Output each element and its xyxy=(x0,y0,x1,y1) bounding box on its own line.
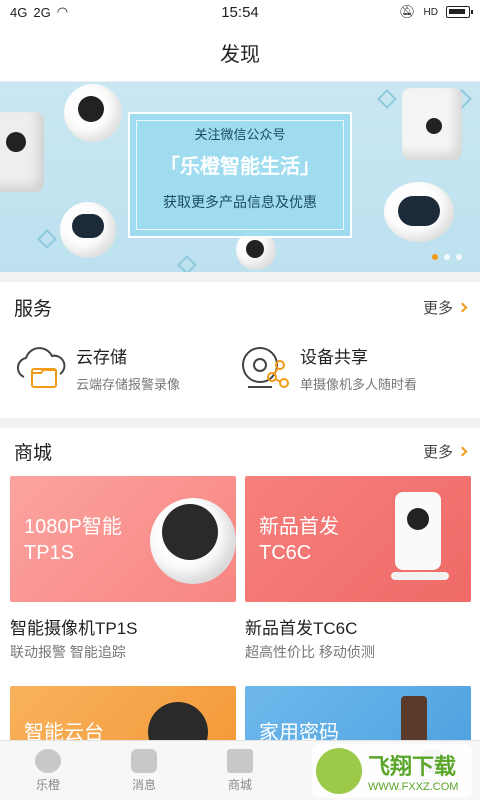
mall-more-link[interactable]: 更多 xyxy=(422,441,468,462)
section-divider xyxy=(0,418,480,428)
promo-card: 关注微信公众号 「乐橙智能生活」 获取更多产品信息及优惠 xyxy=(128,112,352,238)
watermark-logo-icon xyxy=(316,748,362,794)
service-name: 云存储 xyxy=(76,348,127,367)
product-card-lock[interactable]: 家用密码 xyxy=(245,686,471,746)
paper-plane-icon xyxy=(177,255,197,272)
smile-icon xyxy=(35,748,61,773)
product-banner-line2: TP1S xyxy=(24,542,75,564)
message-icon xyxy=(131,748,157,773)
cloud-folder-icon xyxy=(14,343,70,393)
product-banner-line2: TC6C xyxy=(259,542,312,564)
product-banner-line1: 1080P智能 xyxy=(24,516,122,538)
product-desc: 超高性价比 移动侦测 xyxy=(245,644,375,660)
promo-line-1: 关注微信公众号 xyxy=(194,127,286,142)
product-desc: 联动报警 智能追踪 xyxy=(10,644,126,660)
tab-label: 乐橙 xyxy=(35,777,60,792)
page-title: 发现 xyxy=(220,44,260,66)
product-card-tc6c[interactable]: 新品首发 TC6C xyxy=(245,476,471,602)
tab-messages[interactable]: 消息 xyxy=(96,741,192,800)
product-card-ptz[interactable]: 智能云台 xyxy=(10,686,236,746)
cube-camera-image xyxy=(402,88,462,160)
product-card-tp1s[interactable]: 1080P智能 TP1S xyxy=(10,476,236,602)
services-more-link[interactable]: 更多 xyxy=(422,297,468,318)
product-name: 新品首发TC6C xyxy=(245,619,358,638)
service-desc: 单摄像机多人随时看 xyxy=(300,377,418,392)
promo-line-3: 获取更多产品信息及优惠 xyxy=(163,194,317,210)
chevron-right-icon xyxy=(457,446,468,456)
chevron-right-icon xyxy=(457,302,468,312)
services-header: 服务 更多 xyxy=(0,285,480,329)
paper-plane-icon xyxy=(37,229,57,249)
watermark-overlay: 飞翔下载 WWW.FXXZ.COM xyxy=(312,744,472,798)
banner-dot xyxy=(456,254,462,260)
service-name: 设备共享 xyxy=(300,348,368,367)
paper-plane-icon xyxy=(377,89,397,109)
bag-icon xyxy=(227,748,253,773)
tab-label: 商城 xyxy=(227,777,252,792)
page-title-bar: 发现 xyxy=(0,24,480,82)
dome-camera-product-image xyxy=(150,498,236,584)
mall-title: 商城 xyxy=(14,442,53,464)
robot-image-right xyxy=(384,182,454,242)
share-device-icon xyxy=(238,343,294,393)
status-bar: 4G 2G ◠ 15:54 🔕︎ HD xyxy=(0,0,480,24)
services-more-label: 更多 xyxy=(422,299,453,317)
service-desc: 云端存储报警录像 xyxy=(76,377,181,392)
product-banner-line1: 新品首发 xyxy=(259,516,339,538)
banner-dot xyxy=(444,254,450,260)
mall-more-label: 更多 xyxy=(422,443,453,461)
tab-label: 消息 xyxy=(131,777,156,792)
banner-dot-active xyxy=(432,254,438,260)
cube-camera-product-image xyxy=(395,492,441,570)
robot-image-left xyxy=(60,202,116,258)
service-cloud-storage[interactable]: 云存储 云端存储报警录像 xyxy=(14,338,180,398)
promo-banner[interactable]: 关注微信公众号 「乐橙智能生活」 获取更多产品信息及优惠 xyxy=(0,82,480,272)
service-device-share[interactable]: 设备共享 单摄像机多人随时看 xyxy=(238,338,417,398)
product-name: 智能摄像机TP1S xyxy=(10,619,138,638)
tab-mall[interactable]: 商城 xyxy=(192,741,288,800)
section-divider xyxy=(0,272,480,282)
camera-image-left xyxy=(0,112,44,192)
status-time: 15:54 xyxy=(221,3,259,21)
watermark-brand: 飞翔下载 xyxy=(368,754,457,779)
promo-line-2: 「乐橙智能生活」 xyxy=(160,156,320,178)
mall-header: 商城 更多 xyxy=(0,429,480,473)
tab-lecheng[interactable]: 乐橙 xyxy=(0,741,96,800)
battery-icon xyxy=(446,6,473,18)
dome-camera-image xyxy=(64,84,122,142)
watermark-url: WWW.FXXZ.COM xyxy=(368,781,459,793)
services-title: 服务 xyxy=(14,298,53,320)
